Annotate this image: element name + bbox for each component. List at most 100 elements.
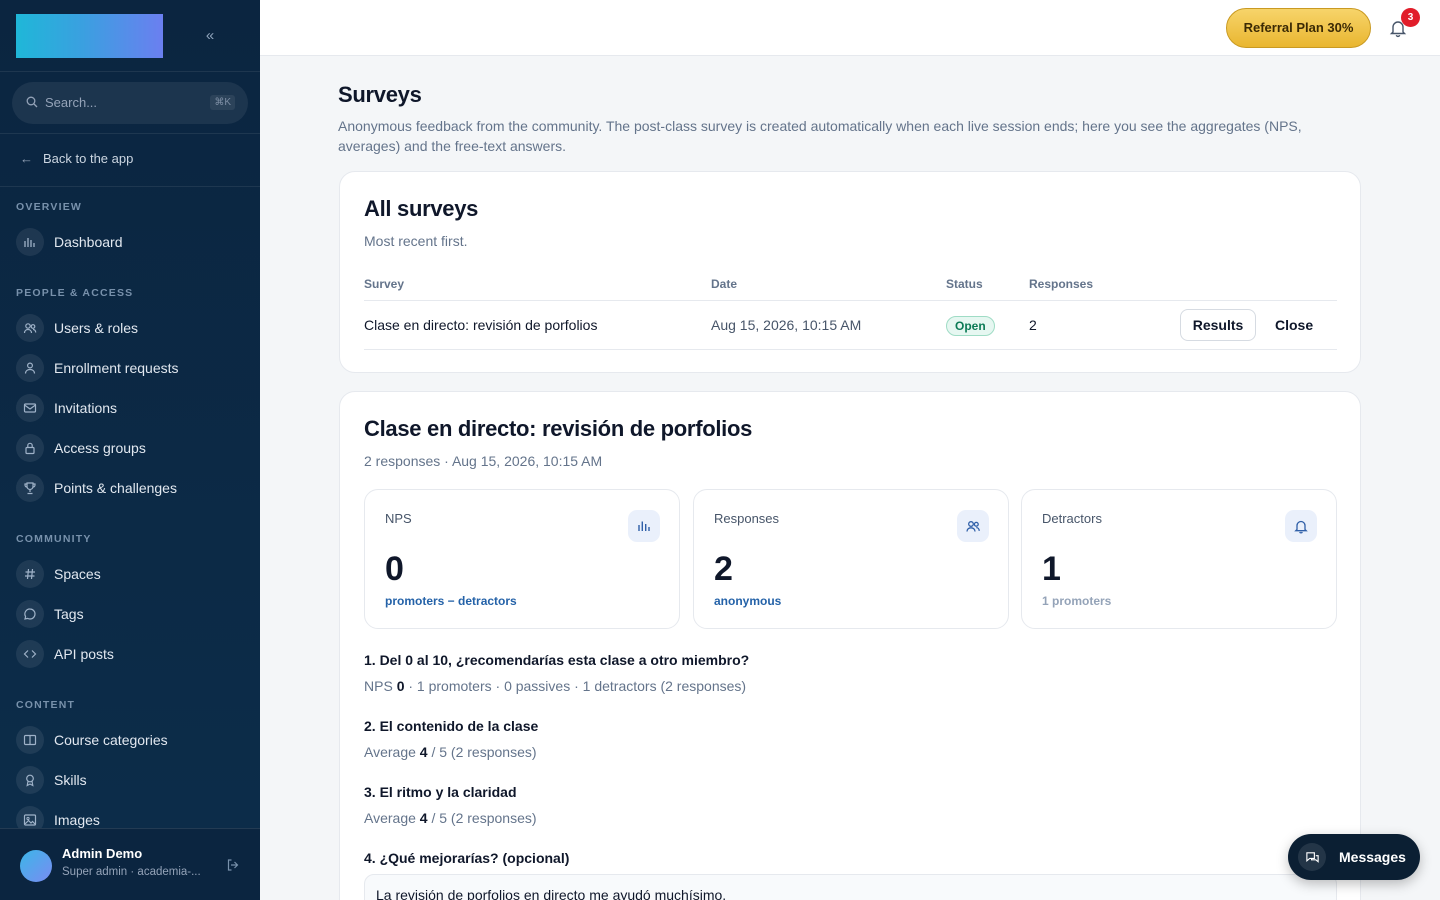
stat-card-responses: Responses 2 anonymous bbox=[693, 489, 1009, 629]
column-header-responses[interactable]: Responses bbox=[1029, 277, 1093, 291]
card-title: All surveys bbox=[364, 196, 479, 221]
bar-chart-icon bbox=[628, 510, 660, 542]
sidebar: « Search... ⌘K ← Back to the app OVERVIE… bbox=[0, 0, 260, 900]
messages-button[interactable]: Messages bbox=[1288, 834, 1420, 880]
stat-value: 1 bbox=[1042, 550, 1061, 588]
summary-label: Average bbox=[364, 744, 420, 760]
referral-plan-button[interactable]: Referral Plan 30% bbox=[1226, 8, 1371, 48]
column-header-status[interactable]: Status bbox=[946, 277, 983, 291]
back-label: Back to the app bbox=[43, 151, 134, 166]
stat-card-detractors: Detractors 1 1 promoters bbox=[1021, 489, 1337, 629]
survey-results-card: Clase en directo: revisión de porfolios … bbox=[339, 391, 1361, 900]
responses-count-cell: 2 bbox=[1029, 317, 1037, 333]
stat-value: 0 bbox=[385, 550, 404, 588]
question-title: 4. ¿Qué mejorarías? (opcional) bbox=[364, 850, 570, 866]
divider bbox=[0, 133, 260, 134]
sidebar-item-tags[interactable]: Tags bbox=[16, 600, 84, 628]
stat-value: 2 bbox=[714, 550, 733, 588]
results-button[interactable]: Results bbox=[1180, 309, 1256, 341]
summary-value: 4 bbox=[419, 810, 428, 826]
messages-label: Messages bbox=[1339, 849, 1406, 865]
sidebar-header: « bbox=[0, 0, 260, 72]
summary-label: Average bbox=[364, 810, 420, 826]
arrow-left-icon: ← bbox=[20, 151, 33, 166]
page-description: Anonymous feedback from the community. T… bbox=[338, 118, 1302, 154]
logout-icon[interactable] bbox=[226, 858, 240, 872]
trophy-icon bbox=[16, 474, 44, 502]
stat-card-nps: NPS 0 promoters − detractors bbox=[364, 489, 680, 629]
summary-label: NPS bbox=[364, 678, 397, 694]
column-header-date[interactable]: Date bbox=[711, 277, 737, 291]
chat-bubble-icon bbox=[16, 600, 44, 628]
hash-icon bbox=[16, 560, 44, 588]
sidebar-item-label: Images bbox=[54, 812, 100, 828]
divider bbox=[364, 300, 1337, 301]
sidebar-item-invitations[interactable]: Invitations bbox=[16, 394, 117, 422]
collapse-sidebar-icon[interactable]: « bbox=[200, 26, 220, 46]
sidebar-item-users-roles[interactable]: Users & roles bbox=[16, 314, 138, 342]
lock-icon bbox=[16, 434, 44, 462]
divider bbox=[364, 349, 1337, 350]
sidebar-item-spaces[interactable]: Spaces bbox=[16, 560, 101, 588]
sidebar-item-label: Course categories bbox=[54, 732, 168, 748]
question-title: 1. Del 0 al 10, ¿recomendarías esta clas… bbox=[364, 652, 750, 668]
sidebar-item-points-challenges[interactable]: Points & challenges bbox=[16, 474, 177, 502]
sidebar-item-label: Invitations bbox=[54, 400, 118, 416]
section-label-people-access: PEOPLE & ACCESS bbox=[16, 287, 134, 299]
summary-detail: / 5 (2 responses) bbox=[427, 810, 537, 826]
close-survey-button[interactable]: Close bbox=[1275, 309, 1313, 341]
section-label-community: COMMUNITY bbox=[16, 533, 92, 545]
question-title: 2. El contenido de la clase bbox=[364, 718, 539, 734]
sidebar-item-label: API posts bbox=[54, 646, 114, 662]
page-title: Surveys bbox=[338, 82, 422, 107]
search-placeholder: Search... bbox=[45, 95, 98, 110]
sidebar-item-course-categories[interactable]: Course categories bbox=[16, 726, 168, 754]
column-header-survey[interactable]: Survey bbox=[364, 277, 404, 291]
messages-icon bbox=[1298, 843, 1326, 871]
award-icon bbox=[16, 766, 44, 794]
sidebar-item-label: Access groups bbox=[54, 440, 146, 456]
notification-count-badge: 3 bbox=[1401, 8, 1420, 27]
sidebar-item-access-groups[interactable]: Access groups bbox=[16, 434, 146, 462]
question-summary: Average 4 / 5 (2 responses) bbox=[364, 744, 537, 760]
survey-name-cell[interactable]: Clase en directo: revisión de porfolios bbox=[364, 317, 597, 333]
summary-detail: · 1 promoters · 0 passives · 1 detractor… bbox=[404, 678, 747, 694]
survey-results-title: Clase en directo: revisión de porfolios bbox=[364, 416, 753, 441]
free-text-answer: La revisión de porfolios en directo me a… bbox=[364, 874, 1337, 900]
sidebar-item-label: Dashboard bbox=[54, 234, 123, 250]
search-shortcut: ⌘K bbox=[210, 95, 235, 110]
mail-icon bbox=[16, 394, 44, 422]
question-title: 3. El ritmo y la claridad bbox=[364, 784, 517, 800]
divider bbox=[0, 186, 260, 187]
stat-footnote: 1 promoters bbox=[1042, 594, 1112, 608]
sidebar-item-label: Points & challenges bbox=[54, 480, 177, 496]
sidebar-item-enrollment-requests[interactable]: Enrollment requests bbox=[16, 354, 179, 382]
section-label-content: CONTENT bbox=[16, 699, 76, 711]
bar-chart-icon bbox=[16, 228, 44, 256]
survey-date-cell: Aug 15, 2026, 10:15 AM bbox=[711, 317, 862, 333]
bell-icon bbox=[1285, 510, 1317, 542]
search-icon bbox=[26, 96, 38, 108]
top-bar: Referral Plan 30% 3 bbox=[260, 0, 1440, 56]
survey-results-subtitle: 2 responses · Aug 15, 2026, 10:15 AM bbox=[364, 453, 603, 469]
status-badge: Open bbox=[946, 316, 995, 336]
stat-footnote: anonymous bbox=[714, 594, 782, 608]
back-to-app-link[interactable]: ← Back to the app bbox=[20, 151, 133, 166]
section-label-overview: OVERVIEW bbox=[16, 201, 83, 213]
sidebar-item-dashboard[interactable]: Dashboard bbox=[16, 228, 123, 256]
user-profile[interactable]: Admin Demo Super admin · academia-... bbox=[0, 828, 260, 900]
sidebar-item-skills[interactable]: Skills bbox=[16, 766, 87, 794]
avatar bbox=[20, 850, 52, 882]
search-input[interactable]: Search... ⌘K bbox=[12, 82, 248, 124]
user-icon bbox=[16, 354, 44, 382]
sidebar-item-api-posts[interactable]: API posts bbox=[16, 640, 114, 668]
sidebar-item-label: Skills bbox=[54, 772, 87, 788]
question-summary: NPS 0 · 1 promoters · 0 passives · 1 det… bbox=[364, 678, 746, 694]
stat-label: NPS bbox=[385, 511, 412, 526]
card-subtitle: Most recent first. bbox=[364, 233, 468, 249]
user-role: Super admin · academia-... bbox=[62, 866, 201, 878]
all-surveys-card: All surveys Most recent first. Survey Da… bbox=[339, 171, 1361, 373]
sidebar-item-label: Tags bbox=[54, 606, 84, 622]
user-name: Admin Demo bbox=[62, 846, 143, 861]
logo[interactable] bbox=[16, 14, 163, 58]
